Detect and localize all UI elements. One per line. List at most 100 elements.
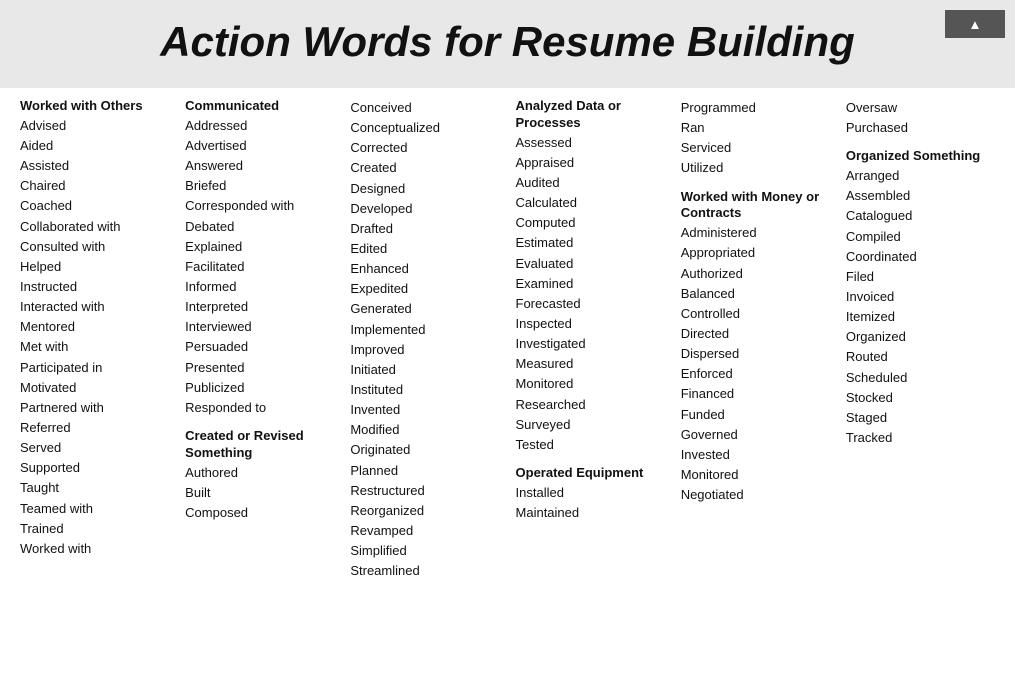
section-title-4-1: Worked with Money or Contracts — [681, 189, 830, 223]
word-item: Enhanced — [350, 259, 499, 279]
section-title-3-1: Operated Equipment — [516, 465, 665, 482]
section-title-5-1: Organized Something — [846, 148, 995, 165]
word-item: Monitored — [516, 374, 665, 394]
word-item: Mentored — [20, 317, 169, 337]
word-item: Coached — [20, 196, 169, 216]
word-item: Partnered with — [20, 398, 169, 418]
word-item: Catalogued — [846, 206, 995, 226]
word-item: Reorganized — [350, 501, 499, 521]
word-item: Controlled — [681, 304, 830, 324]
section-1-0: CommunicatedAddressedAdvertisedAnsweredB… — [185, 98, 334, 418]
word-item: Supported — [20, 458, 169, 478]
word-item: Interviewed — [185, 317, 334, 337]
word-item: Persuaded — [185, 337, 334, 357]
column-0: Worked with OthersAdvisedAidedAssistedCh… — [12, 98, 177, 591]
word-item: Worked with — [20, 539, 169, 559]
word-item: Directed — [681, 324, 830, 344]
word-item: Negotiated — [681, 485, 830, 505]
word-item: Invested — [681, 445, 830, 465]
word-item: Facilitated — [185, 257, 334, 277]
word-item: Organized — [846, 327, 995, 347]
word-item: Corrected — [350, 138, 499, 158]
section-2-0: ConceivedConceptualizedCorrectedCreatedD… — [350, 98, 499, 581]
word-item: Advised — [20, 116, 169, 136]
word-item: Explained — [185, 237, 334, 257]
column-5: OversawPurchased Organized SomethingArran… — [838, 98, 1003, 591]
word-item: Arranged — [846, 166, 995, 186]
section-5-0: OversawPurchased — [846, 98, 995, 138]
word-item: Serviced — [681, 138, 830, 158]
word-item: Appraised — [516, 153, 665, 173]
scroll-button[interactable]: ▲ — [945, 10, 1005, 38]
word-item: Computed — [516, 213, 665, 233]
column-2: ConceivedConceptualizedCorrectedCreatedD… — [342, 98, 507, 591]
word-item: Interacted with — [20, 297, 169, 317]
word-item: Advertised — [185, 136, 334, 156]
word-item: Utilized — [681, 158, 830, 178]
word-item: Dispersed — [681, 344, 830, 364]
word-item: Composed — [185, 503, 334, 523]
word-item: Improved — [350, 340, 499, 360]
word-item: Designed — [350, 179, 499, 199]
word-item: Built — [185, 483, 334, 503]
word-item: Taught — [20, 478, 169, 498]
word-item: Publicized — [185, 378, 334, 398]
content-area: Worked with OthersAdvisedAidedAssistedCh… — [0, 88, 1015, 591]
section-3-1: Operated EquipmentInstalledMaintained — [516, 465, 665, 523]
word-item: Assembled — [846, 186, 995, 206]
word-item: Instituted — [350, 380, 499, 400]
word-item: Administered — [681, 223, 830, 243]
page-title: Action Words for Resume Building — [10, 18, 1005, 66]
word-item: Initiated — [350, 360, 499, 380]
column-4: ProgrammedRanServicedUtilized Worked with… — [673, 98, 838, 591]
word-item: Oversaw — [846, 98, 995, 118]
word-item: Staged — [846, 408, 995, 428]
word-item: Balanced — [681, 284, 830, 304]
word-item: Programmed — [681, 98, 830, 118]
word-item: Investigated — [516, 334, 665, 354]
word-item: Referred — [20, 418, 169, 438]
word-item: Aided — [20, 136, 169, 156]
word-item: Planned — [350, 461, 499, 481]
section-title-1-0: Communicated — [185, 98, 334, 115]
column-3: Analyzed Data or ProcessesAssessedApprai… — [508, 98, 673, 591]
word-item: Presented — [185, 358, 334, 378]
word-item: Interpreted — [185, 297, 334, 317]
word-item: Consulted with — [20, 237, 169, 257]
word-item: Participated in — [20, 358, 169, 378]
word-item: Originated — [350, 440, 499, 460]
word-item: Assessed — [516, 133, 665, 153]
word-item: Restructured — [350, 481, 499, 501]
word-item: Ran — [681, 118, 830, 138]
section-0-0: Worked with OthersAdvisedAidedAssistedCh… — [20, 98, 169, 559]
word-item: Trained — [20, 519, 169, 539]
word-item: Forecasted — [516, 294, 665, 314]
word-item: Authorized — [681, 264, 830, 284]
word-item: Informed — [185, 277, 334, 297]
word-item: Coordinated — [846, 247, 995, 267]
word-item: Responded to — [185, 398, 334, 418]
word-item: Compiled — [846, 227, 995, 247]
word-item: Served — [20, 438, 169, 458]
word-item: Modified — [350, 420, 499, 440]
word-item: Briefed — [185, 176, 334, 196]
word-item: Audited — [516, 173, 665, 193]
word-item: Created — [350, 158, 499, 178]
word-item: Developed — [350, 199, 499, 219]
word-item: Tracked — [846, 428, 995, 448]
section-4-1: Worked with Money or ContractsAdminister… — [681, 189, 830, 506]
word-item: Instructed — [20, 277, 169, 297]
word-item: Streamlined — [350, 561, 499, 581]
word-item: Drafted — [350, 219, 499, 239]
word-item: Helped — [20, 257, 169, 277]
word-item: Appropriated — [681, 243, 830, 263]
word-item: Tested — [516, 435, 665, 455]
word-item: Scheduled — [846, 368, 995, 388]
word-item: Expedited — [350, 279, 499, 299]
section-3-0: Analyzed Data or ProcessesAssessedApprai… — [516, 98, 665, 455]
word-item: Conceptualized — [350, 118, 499, 138]
word-item: Monitored — [681, 465, 830, 485]
word-item: Routed — [846, 347, 995, 367]
word-item: Motivated — [20, 378, 169, 398]
word-item: Surveyed — [516, 415, 665, 435]
